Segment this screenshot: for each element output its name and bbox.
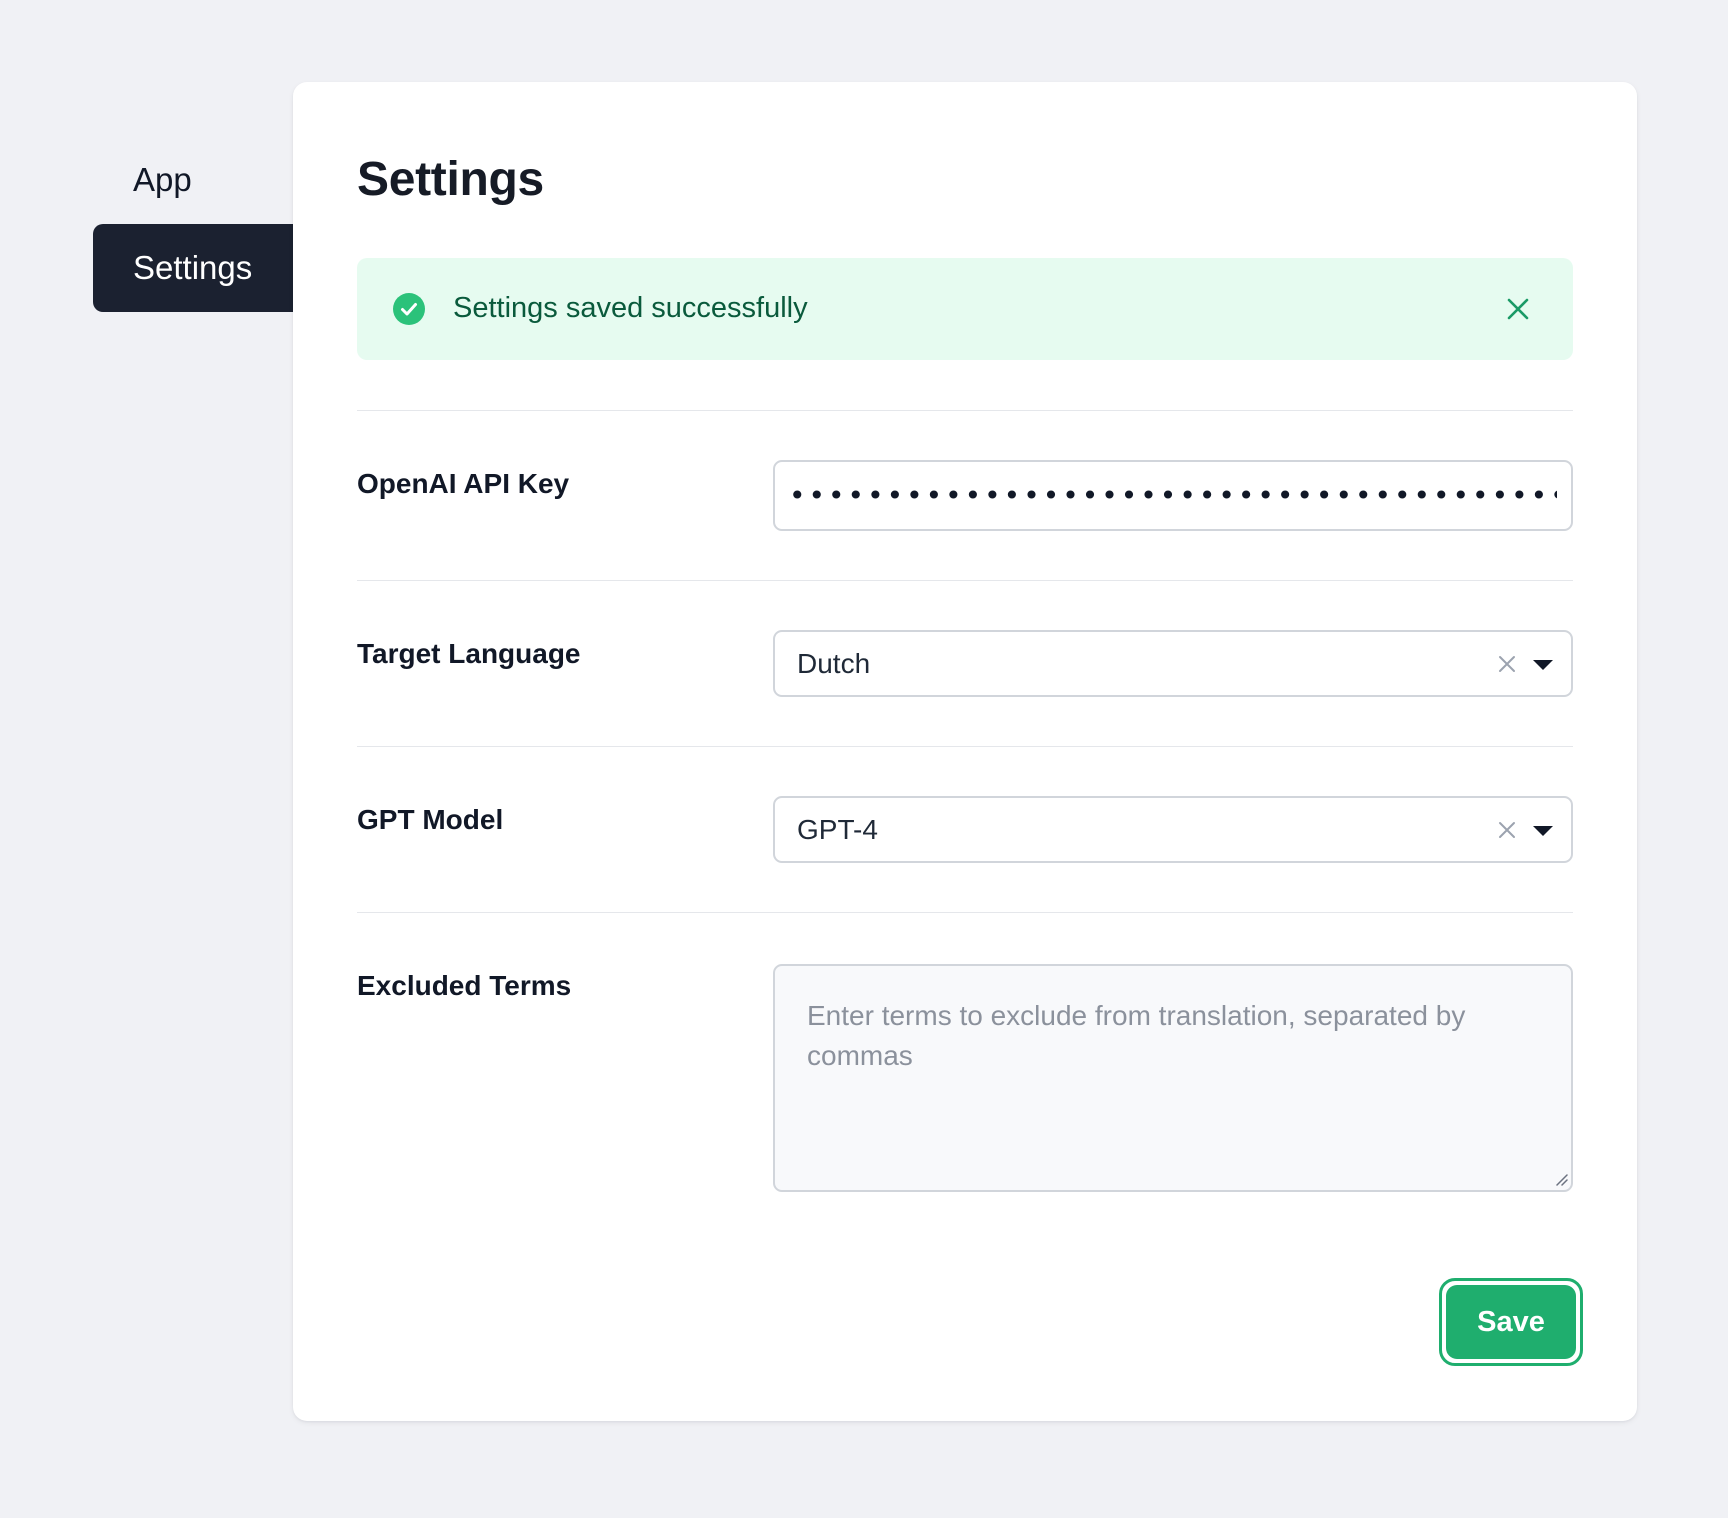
- gpt-model-label: GPT Model: [357, 804, 504, 835]
- chevron-down-icon[interactable]: [1533, 826, 1553, 836]
- settings-card: Settings Settings saved successfully Ope…: [293, 82, 1637, 1421]
- chevron-down-icon[interactable]: [1533, 660, 1553, 670]
- resize-handle-icon[interactable]: [1554, 1172, 1568, 1186]
- sidebar-item-app[interactable]: App: [93, 136, 293, 224]
- api-key-label: OpenAI API Key: [357, 468, 570, 499]
- page-title: Settings: [357, 153, 544, 206]
- alert-message: Settings saved successfully: [453, 292, 808, 324]
- sidebar-item-label: Settings: [133, 249, 253, 286]
- clear-icon[interactable]: [1495, 818, 1519, 842]
- divider: [357, 912, 1573, 913]
- success-alert: Settings saved successfully: [357, 258, 1573, 360]
- close-icon[interactable]: [1499, 290, 1537, 328]
- target-language-select[interactable]: Dutch: [773, 630, 1573, 697]
- excluded-terms-label: Excluded Terms: [357, 970, 572, 1001]
- sidebar-item-settings[interactable]: Settings: [93, 224, 293, 312]
- save-button[interactable]: Save: [1446, 1285, 1576, 1359]
- gpt-model-select[interactable]: GPT-4: [773, 796, 1573, 863]
- excluded-terms-textarea[interactable]: [773, 964, 1573, 1192]
- sidebar-item-label: App: [133, 161, 192, 198]
- divider: [357, 410, 1573, 411]
- gpt-model-value: GPT-4: [797, 814, 878, 845]
- clear-icon[interactable]: [1495, 652, 1519, 676]
- check-circle-icon: [393, 293, 425, 325]
- divider: [357, 746, 1573, 747]
- target-language-value: Dutch: [797, 648, 871, 679]
- divider: [357, 580, 1573, 581]
- api-key-input[interactable]: [773, 460, 1573, 531]
- sidebar-nav: App Settings: [93, 136, 293, 312]
- target-language-label: Target Language: [357, 638, 581, 669]
- save-button-focus-ring: Save: [1439, 1278, 1583, 1366]
